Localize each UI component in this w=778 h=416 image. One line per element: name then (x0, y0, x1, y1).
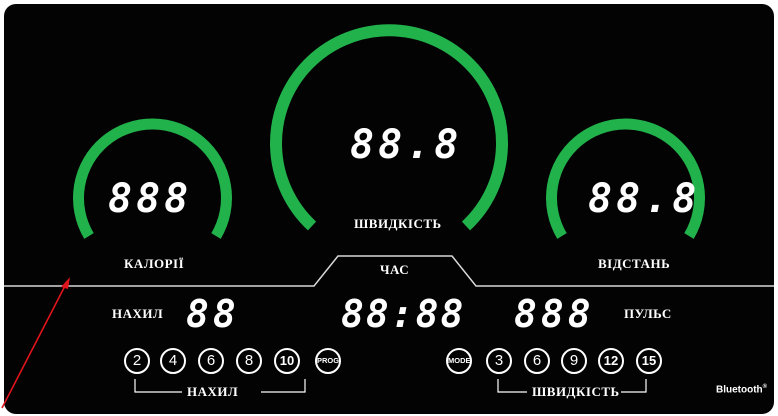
incline-button-4[interactable]: 4 (160, 348, 186, 374)
incline-display: 88 (186, 292, 240, 336)
incline-button-6[interactable]: 6 (198, 348, 224, 374)
calories-display: 888 (108, 176, 193, 222)
incline-bracket-right (261, 379, 306, 393)
bluetooth-text: Bluetooth (716, 384, 763, 396)
pulse-display: 888 (514, 292, 595, 336)
prog-button[interactable]: PROG (315, 348, 341, 374)
speed-button-12[interactable]: 12 (598, 348, 624, 374)
distance-label: ВІДСТАНЬ (598, 256, 671, 271)
incline-button-8[interactable]: 8 (236, 348, 262, 374)
speed-button-15[interactable]: 15 (636, 348, 662, 374)
speed-bracket-right (621, 379, 647, 393)
calories-label: КАЛОРІЇ (124, 256, 185, 271)
speed-button-3[interactable]: 3 (486, 348, 512, 374)
time-label: ЧАС (380, 262, 410, 277)
incline-button-10[interactable]: 10 (274, 348, 300, 374)
speed-label: ШВИДКІСТЬ (354, 216, 442, 231)
speed-button-6[interactable]: 6 (524, 348, 550, 374)
incline-button-2[interactable]: 2 (124, 348, 150, 374)
incline-group-label: НАХИЛ (187, 384, 239, 399)
time-display: 88:88 (341, 292, 466, 336)
distance-display: 88.8 (588, 176, 701, 222)
speed-bracket (497, 379, 527, 393)
treadmill-console: 888 КАЛОРІЇ 88.8 ШВИДКІСТЬ 88.8 ВІДСТАНЬ… (4, 4, 774, 414)
registered-mark: ® (762, 384, 768, 390)
speed-group-label: ШВИДКІСТЬ (532, 384, 620, 399)
incline-label: НАХИЛ (112, 306, 164, 321)
speed-button-9[interactable]: 9 (561, 348, 587, 374)
pulse-label: ПУЛЬС (624, 306, 672, 321)
mode-button[interactable]: MODE (446, 348, 472, 374)
bluetooth-logo: Bluetooth® (716, 384, 767, 395)
incline-bracket (134, 379, 182, 393)
speed-display: 88.8 (350, 122, 463, 168)
